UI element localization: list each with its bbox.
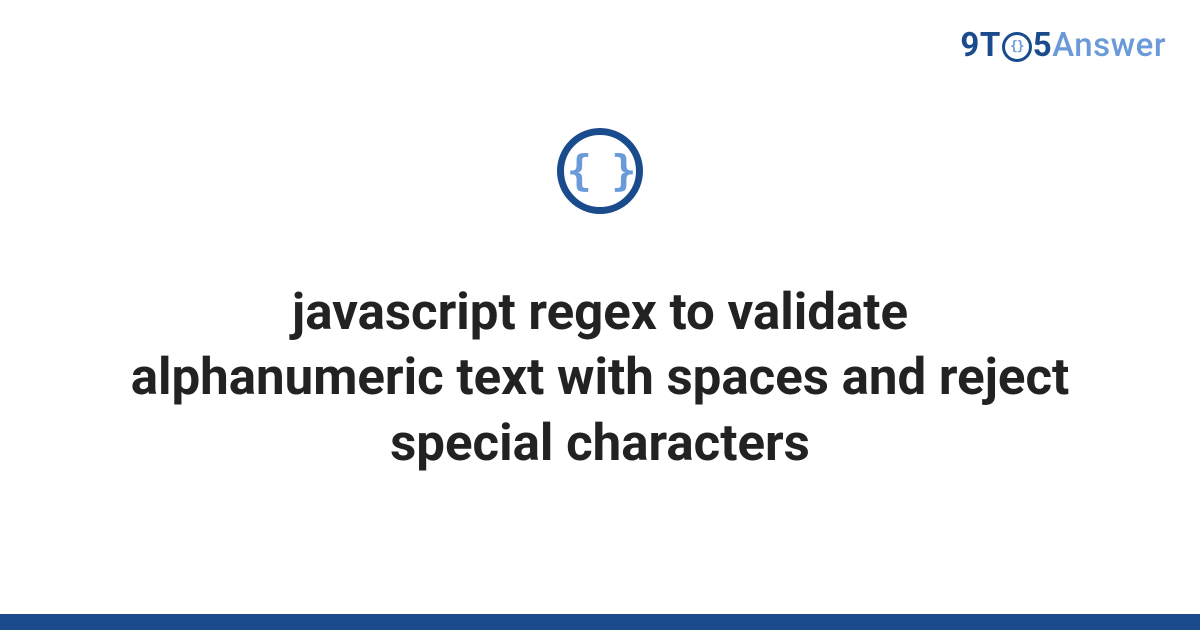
topic-braces-icon: { } <box>557 128 643 214</box>
brand-answer: Answer <box>1052 26 1166 65</box>
page-card: 9 T {} 5 Answer { } javascript regex to … <box>0 0 1200 630</box>
brand-five: 5 <box>1033 26 1052 65</box>
brand-logo: 9 T {} 5 Answer <box>960 26 1166 65</box>
topic-braces-glyph: { } <box>567 150 634 192</box>
braces-circle-icon: {} <box>1002 32 1032 62</box>
question-title: javascript regex to validate alphanumeri… <box>130 280 1070 476</box>
brand-nine: 9 <box>960 26 979 65</box>
footer-accent-bar <box>0 614 1200 630</box>
braces-glyph: {} <box>1010 40 1024 53</box>
brand-t: T <box>980 26 1001 65</box>
